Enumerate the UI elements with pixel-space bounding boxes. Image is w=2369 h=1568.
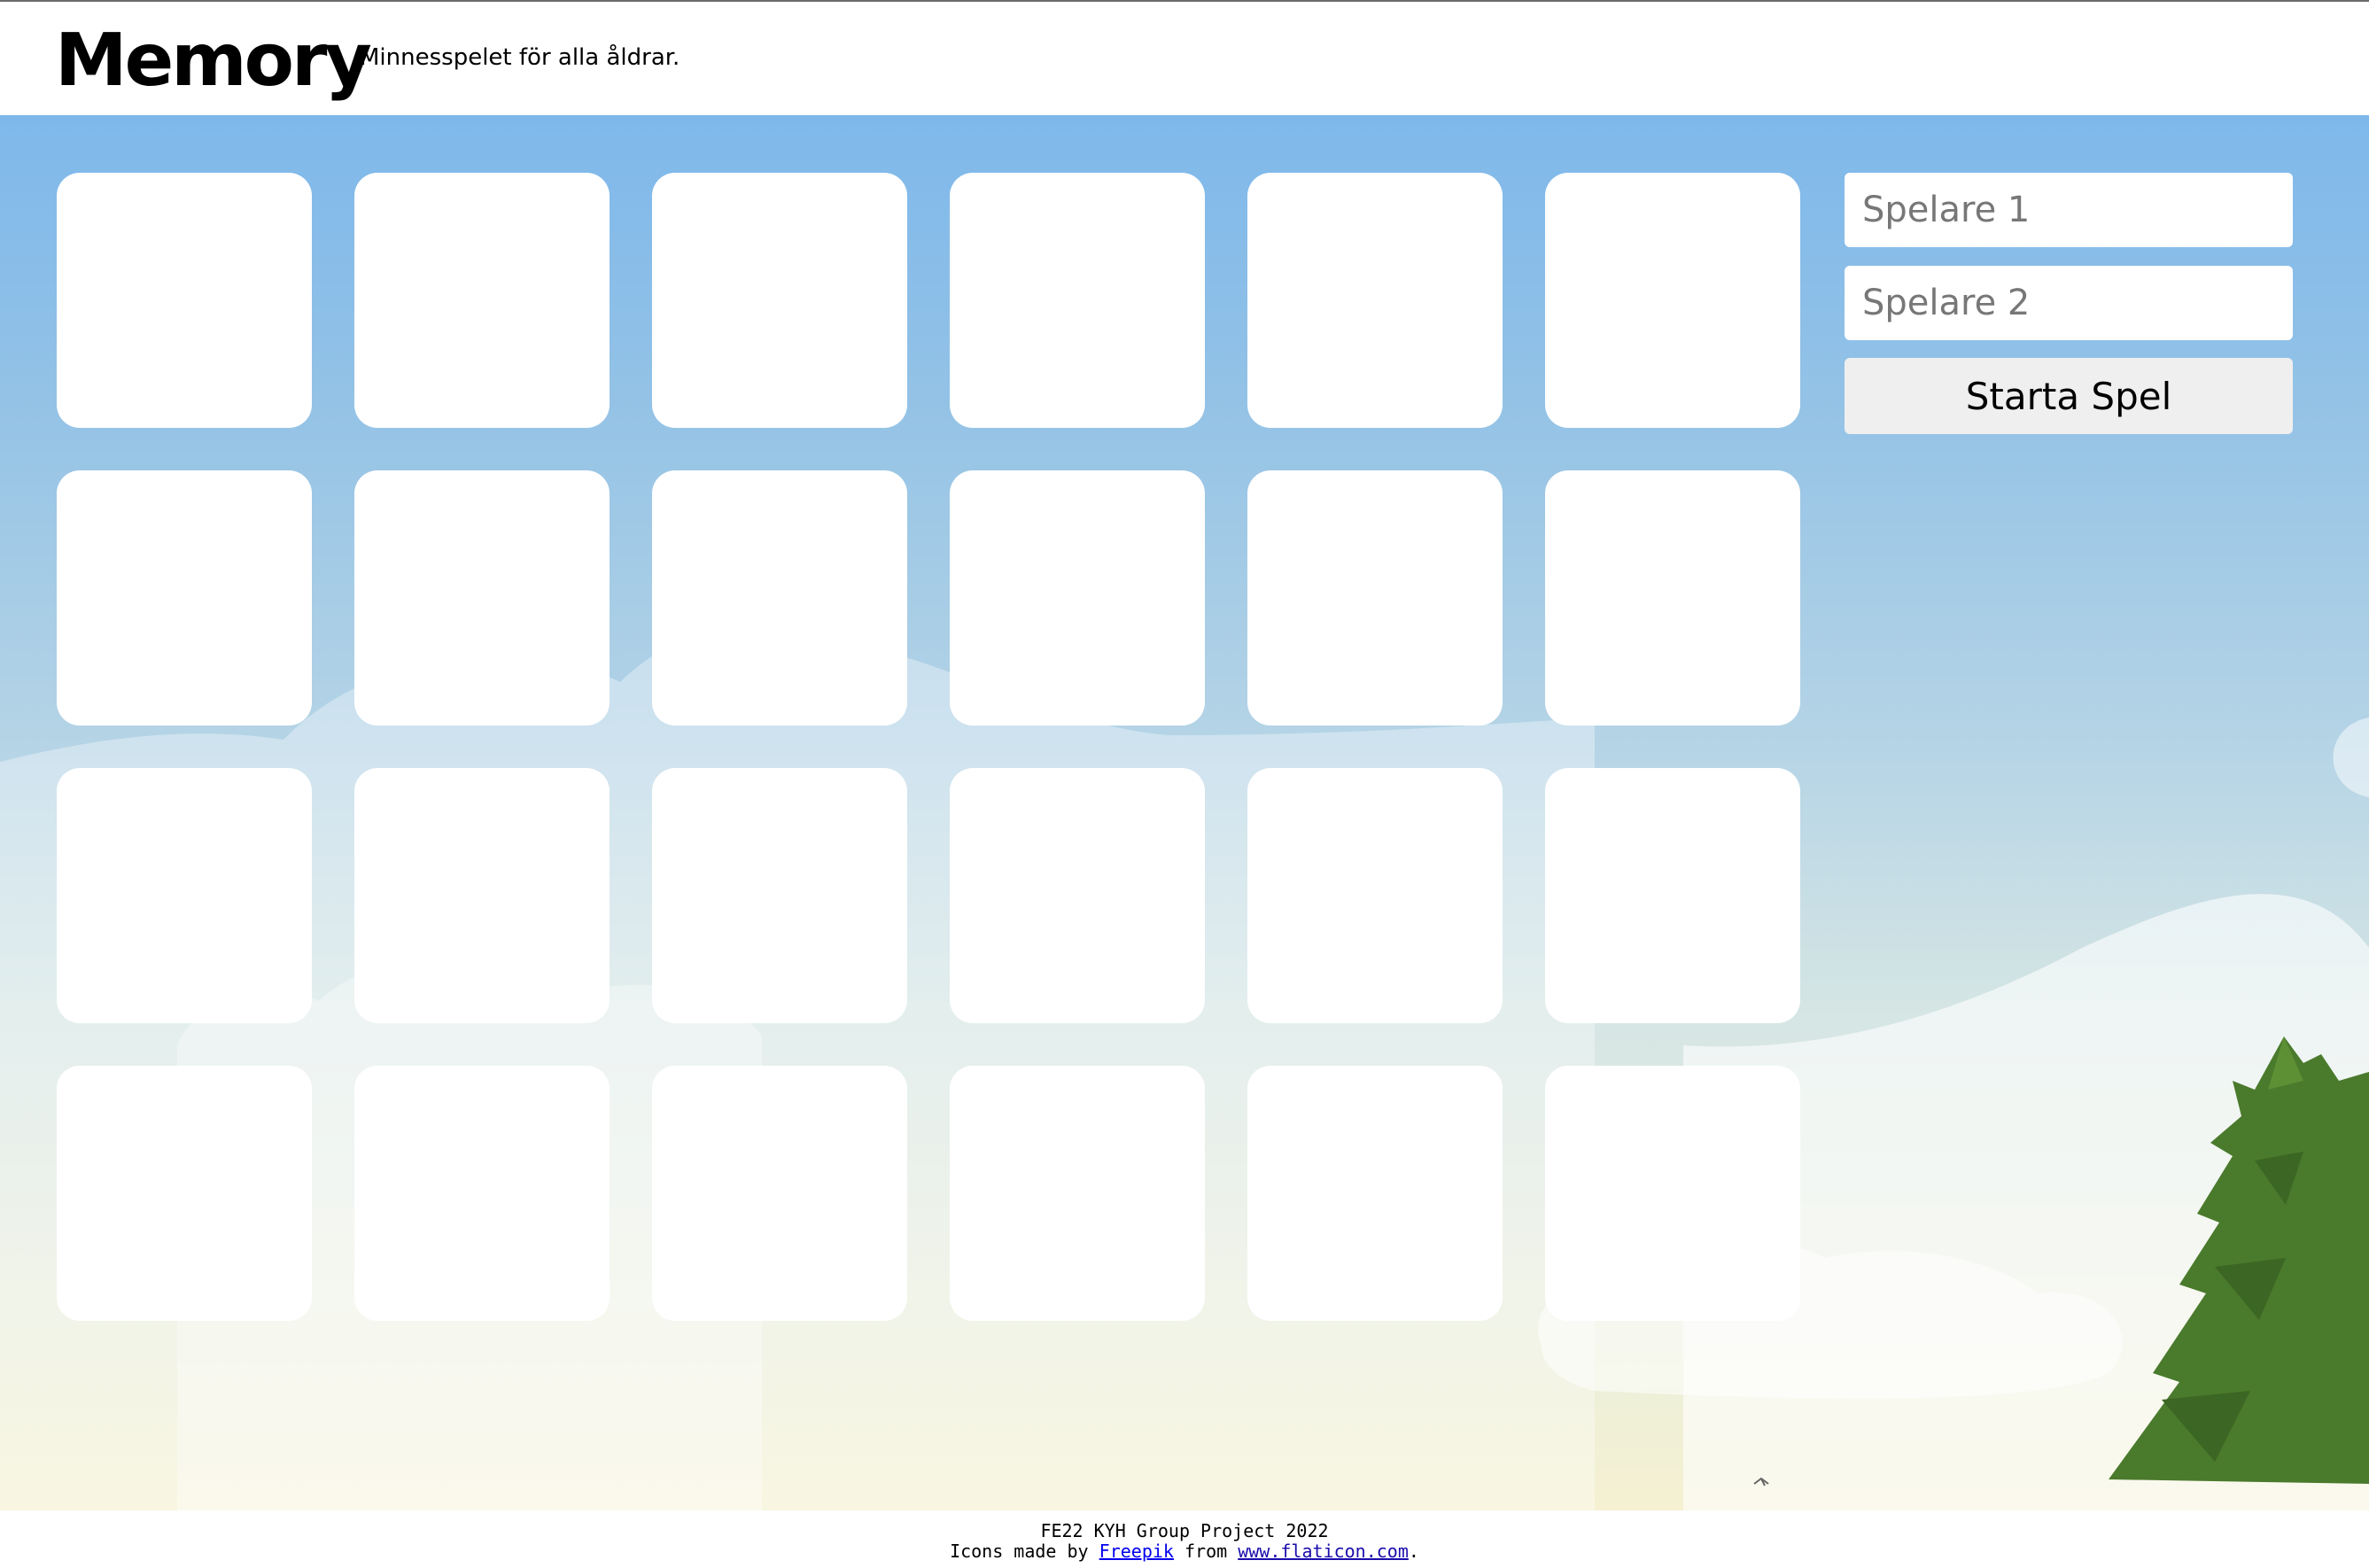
- memory-card[interactable]: [57, 1066, 312, 1321]
- memory-card[interactable]: [950, 173, 1205, 428]
- memory-card[interactable]: [950, 1066, 1205, 1321]
- freepik-link[interactable]: Freepik: [1099, 1541, 1174, 1562]
- start-game-button[interactable]: Starta Spel: [1845, 358, 2293, 434]
- player-1-input[interactable]: [1845, 173, 2293, 247]
- memory-card[interactable]: [652, 768, 907, 1023]
- card-board: [57, 173, 1802, 1378]
- memory-card[interactable]: [1545, 470, 1800, 726]
- flaticon-link[interactable]: www.flaticon.com: [1238, 1541, 1409, 1562]
- memory-card[interactable]: [1247, 173, 1503, 428]
- game-area: Starta Spel: [0, 115, 2369, 1510]
- memory-card[interactable]: [652, 470, 907, 726]
- site-header: Memory Minnesspelet för alla åldrar.: [0, 2, 2369, 115]
- footer-credits: Icons made by Freepik from www.flaticon.…: [0, 1541, 2369, 1562]
- memory-card[interactable]: [652, 173, 907, 428]
- tagline: Minnesspelet för alla åldrar.: [360, 44, 680, 71]
- credit-period: .: [1408, 1541, 1419, 1562]
- memory-card[interactable]: [57, 768, 312, 1023]
- credit-prefix: Icons made by: [950, 1541, 1089, 1562]
- credit-from: from: [1184, 1541, 1228, 1562]
- logo: Memory: [55, 19, 372, 103]
- memory-card[interactable]: [1545, 173, 1800, 428]
- memory-card[interactable]: [57, 173, 312, 428]
- memory-card[interactable]: [950, 768, 1205, 1023]
- player-2-input[interactable]: [1845, 266, 2293, 340]
- memory-card[interactable]: [950, 470, 1205, 726]
- memory-card[interactable]: [354, 768, 610, 1023]
- memory-card[interactable]: [354, 470, 610, 726]
- memory-card[interactable]: [1545, 1066, 1800, 1321]
- memory-card[interactable]: [1247, 1066, 1503, 1321]
- memory-card[interactable]: [1545, 768, 1800, 1023]
- memory-card[interactable]: [57, 470, 312, 726]
- footer-project-line: FE22 KYH Group Project 2022: [1040, 1520, 1329, 1541]
- memory-card[interactable]: [354, 173, 610, 428]
- memory-card[interactable]: [652, 1066, 907, 1321]
- cloud-right: [2333, 718, 2369, 797]
- memory-card[interactable]: [1247, 768, 1503, 1023]
- memory-card[interactable]: [354, 1066, 610, 1321]
- site-footer: FE22 KYH Group Project 2022 Icons made b…: [0, 1510, 2369, 1568]
- memory-card[interactable]: [1247, 470, 1503, 726]
